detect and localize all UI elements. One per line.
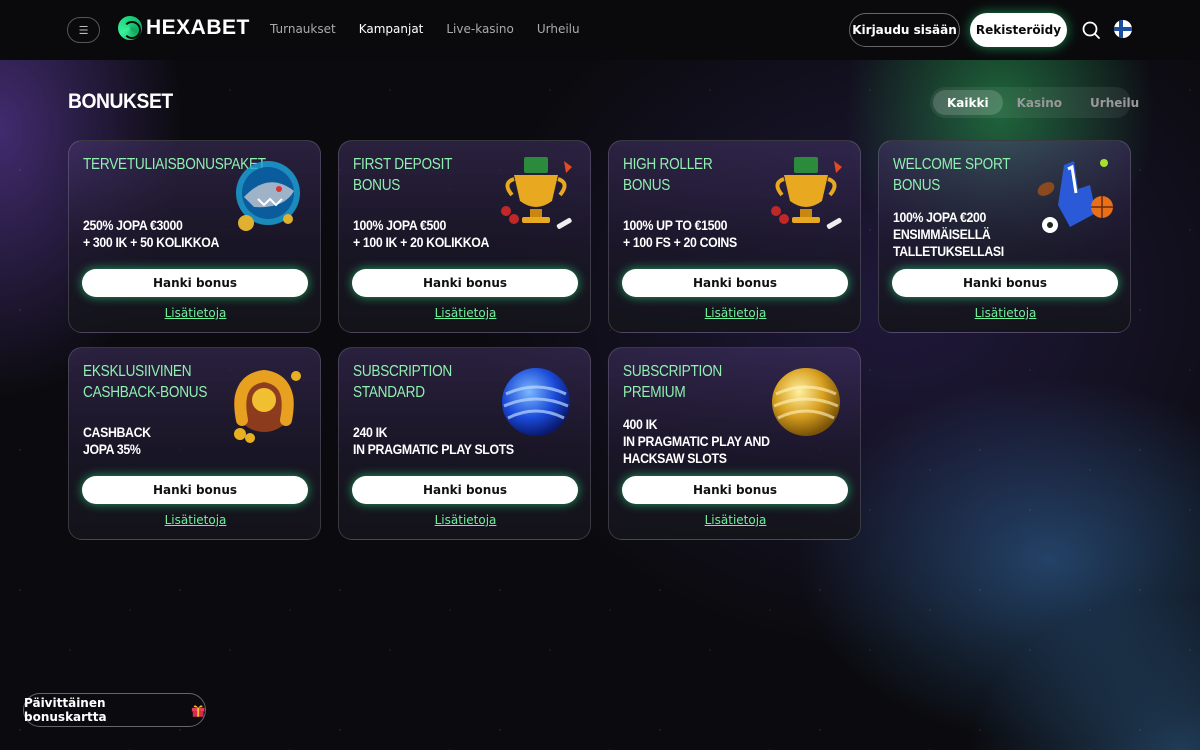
card-desc-line: + 300 IK + 50 KOLIKKOA <box>83 234 220 250</box>
daily-bonus-map-button[interactable]: Päivittäinen bonuskartta <box>23 693 206 727</box>
register-button[interactable]: Rekisteröidy <box>970 13 1067 47</box>
card-desc-line: JOPA 35% <box>83 441 141 457</box>
card-title: WELCOME SPORT BONUS <box>893 156 1011 194</box>
card-description: CASHBACK JOPA 35% <box>83 424 259 458</box>
bonus-card: FIRST DEPOSIT BONUS 100% JOPA €500 + 100… <box>338 140 591 333</box>
get-bonus-button[interactable]: Hanki bonus <box>352 476 578 504</box>
card-description: 250% JOPA €3000 + 300 IK + 50 KOLIKKOA <box>83 217 259 251</box>
bonus-card: SUBSCRIPTION STANDARD 240 IK IN PRAGMATI… <box>338 347 591 540</box>
bonus-card: SUBSCRIPTION PREMIUM 400 IK IN PRAGMATIC… <box>608 347 861 540</box>
bonus-card: HIGH ROLLER BONUS 100% UP TO €1500 + 100… <box>608 140 861 333</box>
card-desc-line: 400 IK <box>623 416 658 432</box>
card-desc-line: IN PRAGMATIC PLAY AND <box>623 433 770 449</box>
page-title: BONUKSET <box>68 90 173 113</box>
card-title: EKSKLUSIIVINEN CASHBACK-BONUS <box>83 363 208 401</box>
top-header: ☰ HEXABET Turnaukset Kampanjat Live-kasi… <box>0 0 1200 60</box>
card-title: TERVETULIAISBONUSPAKET <box>83 156 266 173</box>
gift-icon <box>191 704 205 717</box>
more-info-link[interactable]: Lisätietoja <box>69 306 320 320</box>
bonus-card: WELCOME SPORT BONUS 100% JOPA €200 ENSIM… <box>878 140 1131 333</box>
more-info-link[interactable]: Lisätietoja <box>609 306 860 320</box>
card-description: 100% JOPA €500 + 100 IK + 20 KOLIKKOA <box>353 217 529 251</box>
more-info-link[interactable]: Lisätietoja <box>609 513 860 527</box>
card-desc-line: 250% JOPA €3000 <box>83 217 183 233</box>
filter-tab-all[interactable]: Kaikki <box>933 90 1003 115</box>
daily-bonus-label: Päivittäinen bonuskartta <box>24 696 107 724</box>
filter-tab-sports[interactable]: Urheilu <box>1076 90 1153 115</box>
nav-item-tournaments[interactable]: Turnaukset <box>270 22 336 36</box>
get-bonus-button[interactable]: Hanki bonus <box>352 269 578 297</box>
card-title: SUBSCRIPTION STANDARD <box>353 363 452 401</box>
card-description: 100% JOPA €200 ENSIMMÄISELLÄ TALLETUKSEL… <box>893 209 1069 260</box>
finland-flag-icon[interactable] <box>1114 20 1132 38</box>
more-info-link[interactable]: Lisätietoja <box>879 306 1130 320</box>
hamburger-icon: ☰ <box>78 23 89 37</box>
get-bonus-button[interactable]: Hanki bonus <box>82 476 308 504</box>
card-desc-line: 100% JOPA €500 <box>353 217 447 233</box>
get-bonus-button[interactable]: Hanki bonus <box>82 269 308 297</box>
nav-item-live-casino[interactable]: Live-kasino <box>446 22 513 36</box>
logo-mark-icon <box>118 16 142 40</box>
card-title: SUBSCRIPTION PREMIUM <box>623 363 722 401</box>
card-desc-line: CASHBACK <box>83 424 151 440</box>
card-title: FIRST DEPOSIT BONUS <box>353 156 452 194</box>
card-desc-line: 100% JOPA €200 <box>893 209 987 225</box>
card-title: HIGH ROLLER BONUS <box>623 156 713 194</box>
card-description: 400 IK IN PRAGMATIC PLAY AND HACKSAW SLO… <box>623 416 799 467</box>
card-desc-line: 100% UP TO €1500 <box>623 217 728 233</box>
card-description: 100% UP TO €1500 + 100 FS + 20 COINS <box>623 217 799 251</box>
logo-text: HEXABET <box>146 16 250 39</box>
card-desc-line: TALLETUKSELLASI <box>893 243 1004 259</box>
main-nav: Turnaukset Kampanjat Live-kasino Urheilu <box>270 22 580 36</box>
bonus-filter-tabs: Kaikki Kasino Urheilu <box>930 87 1139 118</box>
more-info-link[interactable]: Lisätietoja <box>339 306 590 320</box>
login-button[interactable]: Kirjaudu sisään <box>849 13 960 47</box>
menu-button[interactable]: ☰ <box>67 17 100 43</box>
bonus-card: EKSKLUSIIVINEN CASHBACK-BONUS CASHBACK J… <box>68 347 321 540</box>
bonus-card: TERVETULIAISBONUSPAKET 250% JOPA €3000 +… <box>68 140 321 333</box>
more-info-link[interactable]: Lisätietoja <box>69 513 320 527</box>
logo[interactable]: HEXABET <box>118 16 250 40</box>
filter-tab-casino[interactable]: Kasino <box>1003 90 1076 115</box>
search-icon[interactable] <box>1081 20 1101 40</box>
card-description: 240 IK IN PRAGMATIC PLAY SLOTS <box>353 424 529 458</box>
card-desc-line: ENSIMMÄISELLÄ <box>893 226 991 242</box>
nav-item-campaigns[interactable]: Kampanjat <box>359 22 424 36</box>
card-desc-line: + 100 IK + 20 KOLIKKOA <box>353 234 490 250</box>
card-desc-line: HACKSAW SLOTS <box>623 450 727 466</box>
get-bonus-button[interactable]: Hanki bonus <box>622 476 848 504</box>
card-desc-line: 240 IK <box>353 424 388 440</box>
get-bonus-button[interactable]: Hanki bonus <box>622 269 848 297</box>
card-desc-line: IN PRAGMATIC PLAY SLOTS <box>353 441 514 457</box>
more-info-link[interactable]: Lisätietoja <box>339 513 590 527</box>
nav-item-sports[interactable]: Urheilu <box>537 22 580 36</box>
get-bonus-button[interactable]: Hanki bonus <box>892 269 1118 297</box>
card-desc-line: + 100 FS + 20 COINS <box>623 234 737 250</box>
